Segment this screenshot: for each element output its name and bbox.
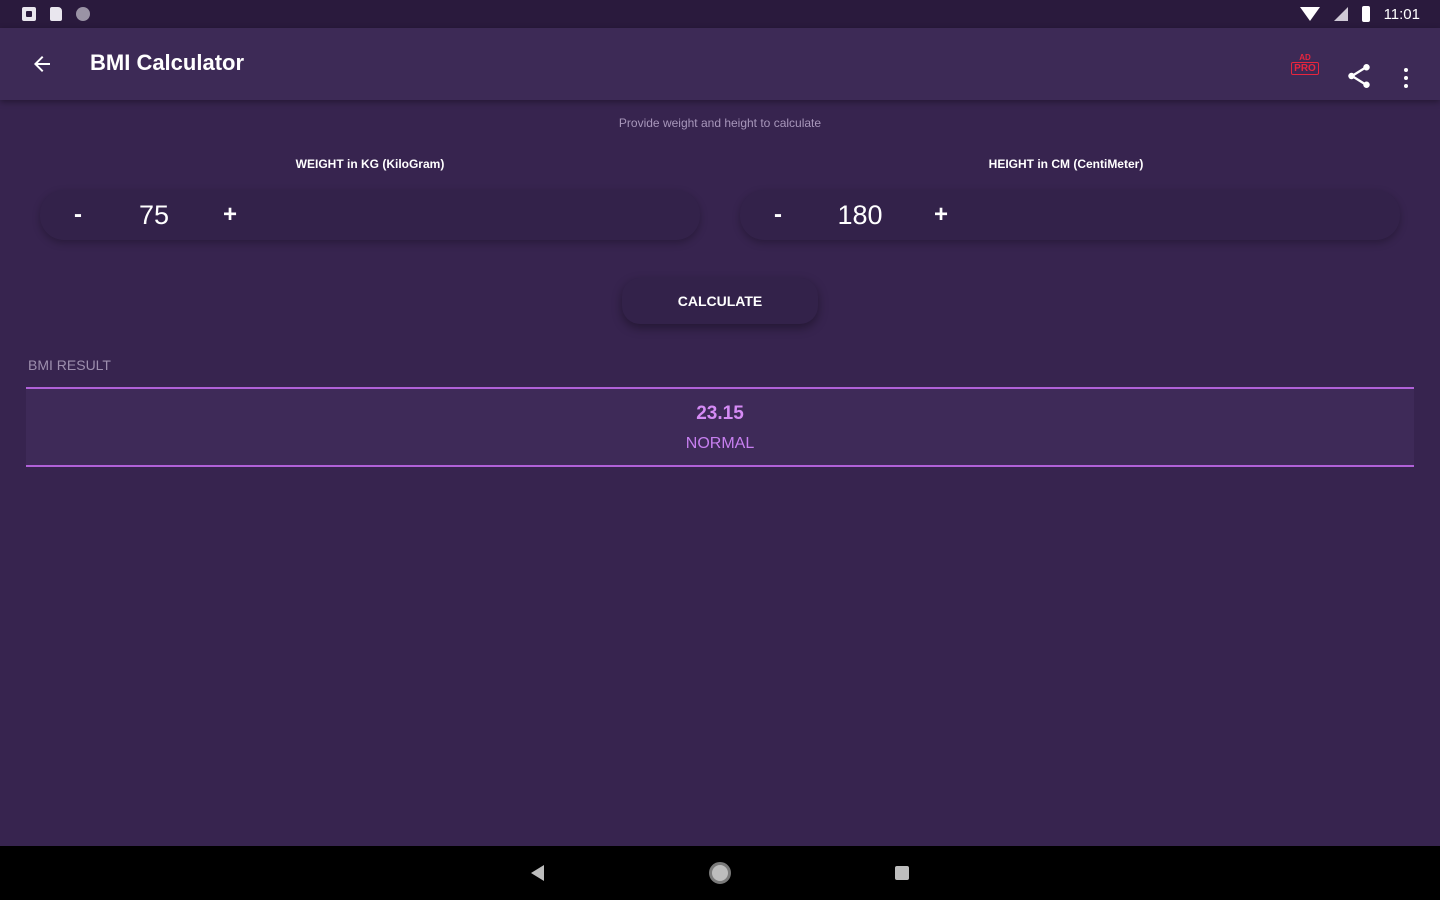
- weight-stepper: - 75 +: [40, 190, 700, 240]
- share-icon: [1348, 64, 1370, 88]
- back-button[interactable]: [24, 46, 60, 82]
- battery-icon: [1361, 6, 1370, 22]
- height-increment-button[interactable]: +: [923, 198, 959, 232]
- status-right-icons: 11:01: [1299, 5, 1420, 23]
- signal-icon: [1333, 7, 1348, 21]
- nav-home-icon[interactable]: [709, 862, 731, 884]
- status-left-icons: [22, 7, 90, 21]
- share-button[interactable]: [1344, 61, 1374, 91]
- more-menu-button[interactable]: [1396, 64, 1416, 92]
- pro-badge-label: PRO: [1291, 62, 1319, 75]
- status-clock: 11:01: [1383, 5, 1420, 23]
- more-vert-icon: [1404, 68, 1408, 72]
- bmi-status: NORMAL: [685, 435, 755, 452]
- nav-recents-icon[interactable]: [895, 866, 909, 880]
- weight-decrement-button[interactable]: -: [60, 198, 96, 232]
- weight-value[interactable]: 75: [120, 200, 188, 230]
- page-title: BMI Calculator: [90, 50, 245, 75]
- sd-card-icon: [50, 7, 62, 21]
- system-nav-bar: [0, 846, 1440, 900]
- status-bar: 11:01: [0, 0, 1440, 28]
- circle-icon: [76, 7, 90, 21]
- result-box: 23.15 NORMAL: [26, 387, 1414, 467]
- pro-upgrade-button[interactable]: AD PRO: [1290, 50, 1320, 78]
- arrow-left-icon: [34, 56, 50, 72]
- height-decrement-button[interactable]: -: [760, 198, 796, 232]
- calculate-button[interactable]: CALCULATE: [622, 278, 818, 324]
- height-stepper: - 180 +: [740, 190, 1400, 240]
- height-label: HEIGHT in CM (CentiMeter): [988, 157, 1144, 171]
- height-value[interactable]: 180: [822, 200, 898, 230]
- app-bar: BMI Calculator AD PRO: [0, 28, 1440, 100]
- weight-increment-button[interactable]: +: [212, 198, 248, 232]
- more-vert-icon-dot: [1404, 84, 1408, 88]
- notification-icon: [22, 7, 36, 21]
- weight-label: WEIGHT in KG (KiloGram): [295, 157, 445, 171]
- nav-back-icon[interactable]: [531, 865, 544, 881]
- result-label: BMI RESULT: [28, 357, 111, 373]
- more-vert-icon-dot: [1404, 76, 1408, 80]
- bmi-value: 23.15: [696, 403, 744, 424]
- pro-badge-ad-label: AD: [1299, 53, 1311, 62]
- form-hint: Provide weight and height to calculate: [618, 116, 822, 130]
- wifi-icon: [1299, 7, 1320, 21]
